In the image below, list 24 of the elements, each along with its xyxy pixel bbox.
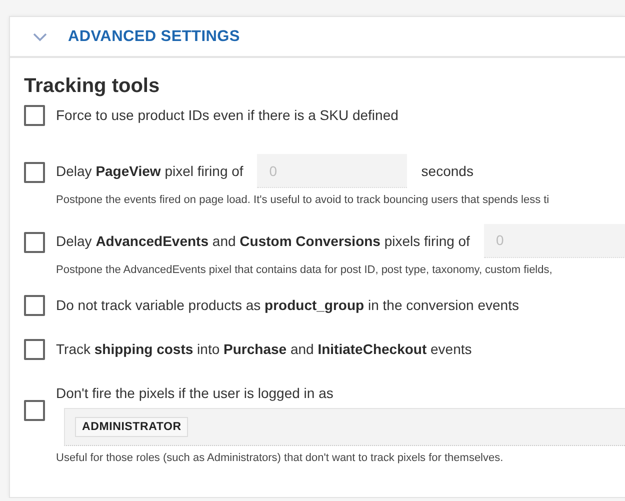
option-label: Do not track variable products as product_group in the conversion events (56, 296, 519, 313)
option-label: Delay PageView pixel firing of (56, 163, 244, 179)
seconds-input[interactable]: 0 (484, 224, 625, 258)
option-label: Force to use product IDs even if there is a SKU defined (56, 107, 398, 123)
section-title: Tracking tools (24, 75, 161, 98)
option-label: Don't fire the pixels if the user is logged in as (56, 384, 334, 401)
checkbox[interactable] (24, 400, 45, 421)
checkbox[interactable] (24, 162, 45, 183)
option-description: Postpone the events fired on page load. It's useful to avoid to track bouncing users that spends less ti (56, 193, 550, 208)
checkbox[interactable] (24, 294, 45, 316)
roles-select-field[interactable]: ADMINISTRATOR (64, 408, 625, 446)
role-tag[interactable]: ADMINISTRATOR (75, 416, 188, 437)
option-description: Postpone the AdvancedEvents pixel that contains data for post ID, post type, taxonomy, custom fields, (56, 262, 554, 278)
option-label: Delay AdvancedEvents and Custom Conversions pixels firing of (56, 232, 470, 249)
panel-title: ADVANCED SETTINGS (68, 28, 240, 46)
checkbox[interactable] (24, 232, 45, 253)
option-description: Useful for those roles (such as Administrators) that don't want to track pixels for themselves. (56, 450, 504, 466)
chevron-down-icon[interactable] (32, 32, 48, 42)
option-label: Track shipping costs into Purchase and InitiateCheckout events (56, 340, 472, 357)
unit-label: seconds (421, 163, 474, 179)
checkbox[interactable] (24, 338, 45, 360)
panel-header[interactable]: ADVANCED SETTINGS (10, 17, 625, 58)
seconds-input[interactable]: 0 (257, 154, 408, 188)
checkbox[interactable] (24, 105, 45, 126)
